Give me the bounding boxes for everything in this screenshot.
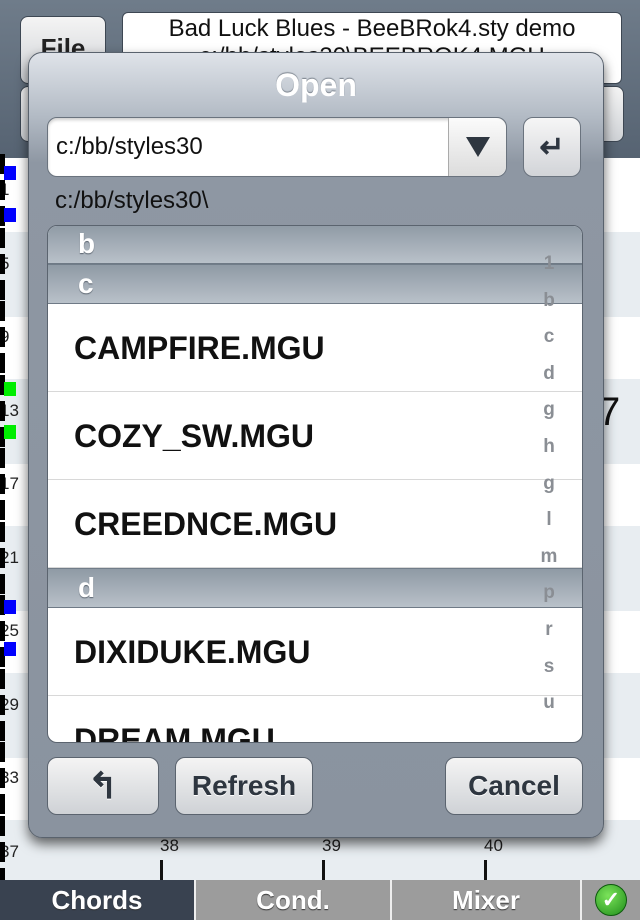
section-header: b bbox=[48, 226, 582, 264]
tab-chords[interactable]: Chords bbox=[0, 880, 196, 920]
beat-marker bbox=[0, 547, 5, 568]
parent-folder-button[interactable]: ↰ bbox=[47, 757, 159, 815]
index-letter[interactable]: h bbox=[534, 429, 564, 466]
refresh-button[interactable]: Refresh bbox=[175, 757, 313, 815]
beat-marker bbox=[0, 841, 5, 862]
beat-marker bbox=[0, 621, 5, 641]
file-list-content: b c CAMPFIRE.MGU COZY_SW.MGU CREEDNCE.MGU d DI… bbox=[48, 226, 582, 742]
dialog-title: Open bbox=[275, 67, 357, 103]
beat-marker bbox=[0, 668, 5, 689]
section-marker bbox=[4, 425, 16, 439]
index-letter[interactable]: u bbox=[534, 685, 564, 722]
beat-marker bbox=[0, 353, 5, 373]
index-letter[interactable]: c bbox=[534, 319, 564, 356]
current-path-label: c:/bb/styles30\ bbox=[55, 187, 209, 214]
beat-marker bbox=[0, 694, 5, 715]
open-dialog: Open ↵ c:/bb/styles30\ bcCAMPFIRE.MGUCOZ… bbox=[28, 52, 604, 838]
index-letter[interactable]: b bbox=[534, 283, 564, 320]
section-header: d bbox=[48, 568, 582, 608]
beat-marker bbox=[0, 521, 5, 542]
beat-marker bbox=[0, 279, 5, 300]
section-marker bbox=[4, 382, 16, 396]
index-letter[interactable]: l bbox=[534, 502, 564, 539]
bar-number: 39 bbox=[322, 836, 341, 855]
beat-marker bbox=[0, 794, 5, 814]
triangle-down-icon bbox=[465, 137, 490, 157]
return-arrow-icon: ↵ bbox=[539, 130, 565, 164]
file-item[interactable]: DREAM.MGU bbox=[48, 696, 582, 742]
bar-number: 38 bbox=[160, 836, 179, 855]
path-dropdown-button[interactable] bbox=[448, 118, 506, 176]
index-letter[interactable]: r bbox=[534, 612, 564, 649]
index-letter[interactable]: s bbox=[534, 649, 564, 686]
beat-marker bbox=[0, 400, 5, 421]
beat-marker bbox=[0, 474, 5, 494]
index-letter[interactable]: p bbox=[534, 575, 564, 612]
beat-marker bbox=[0, 227, 5, 248]
beat-marker bbox=[0, 301, 5, 321]
beat-marker bbox=[0, 327, 5, 347]
section-marker bbox=[4, 208, 16, 222]
file-item[interactable]: COZY_SW.MGU bbox=[48, 392, 582, 480]
song-title: Bad Luck Blues - BeeBRok4.sty demo bbox=[168, 15, 576, 42]
index-letter[interactable]: d bbox=[534, 356, 564, 393]
checkmark-icon: ✓ bbox=[595, 884, 627, 916]
beat-marker bbox=[0, 253, 5, 274]
path-combobox bbox=[47, 117, 507, 177]
index-letter[interactable]: 1 bbox=[534, 246, 564, 283]
section-marker bbox=[4, 166, 16, 180]
bar-tick bbox=[484, 860, 487, 880]
index-letter[interactable]: g bbox=[534, 392, 564, 429]
path-input[interactable] bbox=[56, 118, 436, 176]
bar-number: 40 bbox=[484, 836, 503, 855]
up-arrow-icon: ↰ bbox=[87, 765, 119, 806]
beat-marker bbox=[0, 768, 5, 788]
tab-bar: Chords Cond. Mixer ✓ bbox=[0, 880, 640, 920]
file-item[interactable]: CAMPFIRE.MGU bbox=[48, 304, 582, 392]
section-index-bar[interactable]: 1bcdghglmprsu bbox=[534, 246, 564, 722]
bar-tick bbox=[160, 860, 163, 880]
index-letter[interactable]: g bbox=[534, 466, 564, 503]
file-item[interactable]: CREEDNCE.MGU bbox=[48, 480, 582, 568]
beat-marker bbox=[0, 500, 5, 520]
bar-tick bbox=[322, 860, 325, 880]
index-letter[interactable]: m bbox=[534, 539, 564, 576]
file-item[interactable]: DIXIDUKE.MGU bbox=[48, 608, 582, 696]
beat-marker bbox=[0, 180, 5, 200]
beat-marker bbox=[0, 815, 5, 836]
beat-marker bbox=[0, 742, 5, 762]
beat-marker bbox=[0, 720, 5, 741]
section-header: c bbox=[48, 264, 582, 304]
tab-mixer[interactable]: Mixer bbox=[392, 880, 582, 920]
beat-marker bbox=[0, 448, 5, 468]
ok-button[interactable]: ✓ bbox=[582, 880, 640, 920]
tab-cond[interactable]: Cond. bbox=[196, 880, 392, 920]
section-marker bbox=[4, 600, 16, 614]
section-marker bbox=[4, 642, 16, 656]
go-path-button[interactable]: ↵ bbox=[523, 117, 581, 177]
cancel-button[interactable]: Cancel bbox=[445, 757, 583, 815]
app-root: File Bad Luck Blues - BeeBRok4.sty demo … bbox=[0, 0, 640, 920]
file-list[interactable]: b c CAMPFIRE.MGU COZY_SW.MGU CREEDNCE.MGU d DI… bbox=[47, 225, 583, 743]
beat-marker bbox=[0, 573, 5, 594]
